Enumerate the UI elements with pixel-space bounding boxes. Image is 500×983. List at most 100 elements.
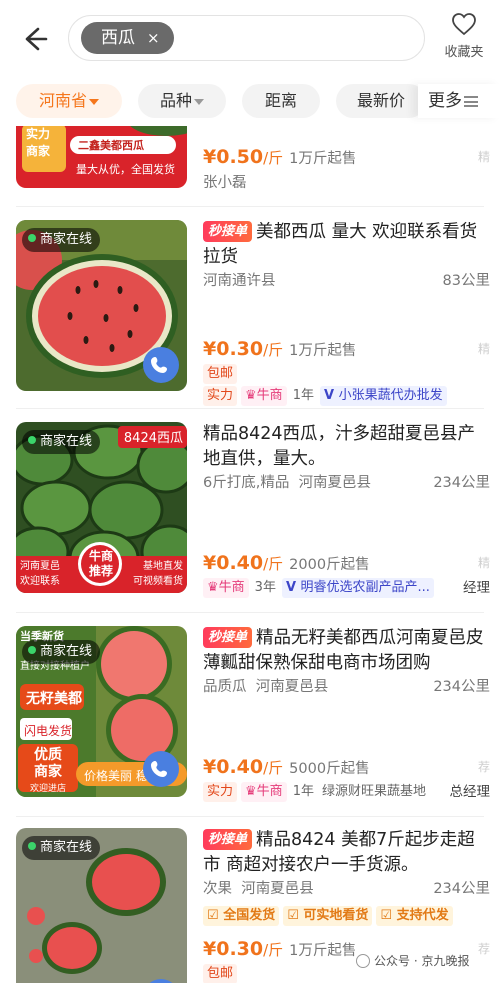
location: 河南夏邑县 — [241, 881, 314, 897]
fast-ship-label: 闪电发货 — [24, 724, 73, 738]
online-label: 商家在线 — [40, 232, 93, 247]
strength-tag: 实力 — [203, 386, 238, 406]
years-tag: 1年 — [292, 388, 314, 403]
niushang-label: 牛商 — [256, 784, 283, 799]
contact-role: 总经理 — [449, 784, 491, 800]
spec: 品质瓜 — [203, 679, 247, 695]
online-dot-icon — [28, 842, 36, 850]
verified-icon: V — [285, 580, 301, 595]
filter-more-button[interactable]: 更多 — [418, 84, 500, 118]
free-shipping-tag: 包邮 — [203, 364, 238, 384]
product-thumbnail[interactable]: 商家在线 8424西瓜 牛商 推荐 河南夏邑 欢迎联系 基地直发 可视频看货 — [16, 422, 187, 593]
listing-card[interactable]: 实力 商家 二鑫美都西瓜 量大从优，全国发货 ¥0.50/斤 1万斤起售 精 张小… — [0, 126, 500, 208]
merchant-name[interactable]: 绿源财旺果蔬基地 — [320, 782, 428, 802]
distance: 234公里 — [433, 475, 490, 491]
listing-title-block[interactable]: 秒接单 精品8424 美都7斤起步走超市 商超对接农户一手货源。 — [203, 828, 490, 878]
price-unit: /斤 — [263, 759, 284, 777]
origin-caption: 河南夏邑 欢迎联系 — [20, 559, 60, 589]
niushang-label: 牛商 — [256, 388, 283, 403]
filter-province[interactable]: 河南省 — [16, 84, 122, 118]
online-label: 商家在线 — [40, 644, 93, 659]
shipping-tags: 包邮 — [203, 364, 490, 386]
online-dot-icon — [28, 234, 36, 242]
listing-title-block[interactable]: 秒接单 精品无籽美都西瓜河南夏邑皮薄瓤甜保熟保甜电商市场团购 — [203, 626, 490, 676]
location-row: 品质瓜 河南夏邑县 234公里 — [203, 676, 490, 698]
merchant-online-badge: 商家在线 — [22, 228, 101, 252]
phone-icon — [151, 357, 167, 373]
price-value: ¥0.30 — [203, 938, 264, 960]
listing-card[interactable]: 商家在线 秒接单 美都西瓜 量大 欢迎联系看货拉货 河南通许县 83公里 ¥0.30… — [0, 220, 500, 406]
phone-call-button[interactable] — [143, 751, 179, 787]
recommend-badge: 牛商 推荐 — [84, 549, 118, 579]
listing-card[interactable]: 商家在线 8424西瓜 牛商 推荐 河南夏邑 欢迎联系 基地直发 可视频看货 精… — [0, 422, 500, 598]
favorites-button[interactable]: 收藏夹 — [440, 12, 488, 60]
price-row: ¥0.50/斤 1万斤起售 精 — [203, 142, 490, 172]
quality-merchant-line: 商家 — [34, 764, 62, 780]
service-tag-label: 支持代发 — [396, 908, 449, 923]
merchant-name-tag[interactable]: V 小张果蔬代办批发 — [319, 386, 447, 406]
filter-variety[interactable]: 品种 — [138, 84, 226, 118]
origin-caption-line: 河南夏邑 — [20, 561, 60, 572]
filter-latest-price-label: 最新价 — [356, 91, 405, 110]
listing-info: 秒接单 精品无籽美都西瓜河南夏邑皮薄瓤甜保熟保甜电商市场团购 品质瓜 河南夏邑县 2… — [203, 626, 490, 804]
price-value: ¥0.40 — [203, 552, 264, 574]
price-value: ¥0.50 — [203, 146, 264, 168]
online-dot-icon — [28, 646, 36, 654]
search-tag-chip[interactable]: 西瓜 × — [81, 22, 174, 54]
quality-merchant-badge: 优质 商家 欢迎进店 — [20, 747, 76, 797]
service-tag-onsite: ☑ 可实地看货 — [283, 906, 373, 926]
filter-province-label: 河南省 — [38, 91, 87, 110]
side-mark: 精 — [477, 556, 490, 570]
divider — [16, 816, 484, 817]
seedless-label: 无籽美都 — [26, 691, 82, 707]
listing-title-block[interactable]: 秒接单 美都西瓜 量大 欢迎联系看货拉货 — [203, 220, 490, 270]
dropdown-arrow-icon — [194, 98, 204, 105]
location: 河南夏邑县 — [255, 679, 329, 695]
product-thumbnail[interactable]: 实力 商家 二鑫美都西瓜 量大从优，全国发货 — [16, 126, 187, 188]
online-label: 商家在线 — [40, 434, 93, 449]
listing-card[interactable]: 当季新货 直接对接种植户 无籽美都 闪电发货 优质 商家 欢迎进店 价格美丽 稳… — [0, 626, 500, 802]
promo-badge-line: 商家 — [26, 144, 51, 158]
quality-merchant-line: 优质 — [34, 747, 62, 763]
phone-icon — [151, 761, 167, 777]
location: 河南夏邑县 — [298, 475, 372, 491]
wechat-account-icon — [356, 954, 370, 968]
product-thumbnail[interactable]: 商家在线 — [16, 828, 187, 983]
listing-info: ¥0.50/斤 1万斤起售 精 张小磊 — [203, 142, 490, 194]
clear-tag-icon[interactable]: × — [147, 29, 160, 47]
price-row: ¥0.40/斤 2000斤起售 精 — [203, 548, 490, 578]
side-mark: 荐 — [477, 760, 490, 774]
product-thumbnail[interactable]: 商家在线 — [16, 220, 187, 391]
promo-badge-line: 实力 — [26, 127, 51, 141]
listing-title[interactable]: 精品8424西瓜，汁多超甜夏邑县产地直供，量大。 — [203, 422, 490, 472]
divider — [16, 206, 484, 207]
promo-badge: 实力 商家 — [26, 126, 50, 160]
filter-latest-price[interactable]: 最新价 — [336, 84, 426, 118]
location-row: 6斤打底,精品 河南夏邑县 234公里 — [203, 472, 490, 494]
product-list[interactable]: 实力 商家 二鑫美都西瓜 量大从优，全国发货 ¥0.50/斤 1万斤起售 精 张小… — [0, 126, 500, 983]
price-slogan: 价格美丽 稳 — [84, 769, 148, 783]
merchant-name-tag[interactable]: V 明睿优选农副产品产... — [281, 578, 434, 598]
phone-call-button[interactable] — [143, 979, 179, 983]
location-row: 次果 河南夏邑县 234公里 — [203, 878, 490, 900]
price-row: ¥0.30/斤 1万斤起售 精 — [203, 334, 490, 364]
filter-distance[interactable]: 距离 — [242, 84, 320, 118]
niushang-tag: ♛牛商 — [203, 578, 249, 598]
product-thumbnail[interactable]: 当季新货 直接对接种植户 无籽美都 闪电发货 优质 商家 欢迎进店 价格美丽 稳… — [16, 626, 187, 797]
service-tags: ☑ 全国发货 ☑ 可实地看货 ☑ 支持代发 — [203, 906, 490, 928]
price-row: ¥0.40/斤 5000斤起售 荐 — [203, 752, 490, 782]
watermark: 公众号 · 京九晚报 — [356, 952, 469, 969]
search-tag-text: 西瓜 — [101, 28, 135, 48]
min-order: 1万斤起售 — [289, 943, 357, 959]
search-bar[interactable]: 西瓜 × — [68, 15, 425, 61]
niushang-tag: ♛牛商 — [241, 386, 287, 406]
filter-bar: 河南省 品种 距离 最新价 更多 — [0, 80, 500, 124]
location-row: 河南通许县 83公里 — [203, 270, 490, 292]
back-arrow-icon[interactable] — [16, 22, 50, 56]
delivery-caption-line: 可视频看货 — [133, 576, 183, 587]
location: 河南通许县 — [203, 273, 276, 289]
side-mark: 荐 — [477, 942, 490, 956]
phone-call-button[interactable] — [143, 347, 179, 383]
